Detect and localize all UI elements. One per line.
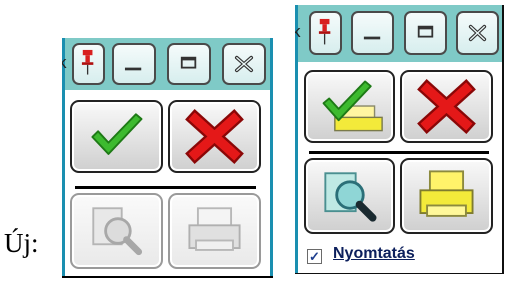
checkmark-icon: [91, 113, 143, 155]
print-checkbox[interactable]: ✓: [307, 249, 322, 264]
maximize-icon: [180, 56, 197, 69]
maximize-icon: [417, 25, 434, 38]
accept-print-button[interactable]: [304, 70, 395, 143]
tab-fragment[interactable]: k: [295, 22, 301, 42]
pin-icon: [318, 18, 331, 45]
print-button[interactable]: [400, 158, 493, 234]
separator: [309, 151, 489, 154]
pin-button[interactable]: [309, 11, 342, 55]
panel-old-version: k: [295, 5, 504, 274]
print-option-label[interactable]: Nyomtatás: [333, 245, 415, 263]
print-preview-button[interactable]: [304, 158, 395, 234]
printer-icon: [188, 207, 241, 251]
panel-new-version: k: [62, 38, 273, 278]
print-preview-icon: [324, 172, 377, 222]
printer-icon: [419, 170, 474, 217]
minimize-icon: [363, 36, 381, 40]
tab-fragment[interactable]: k: [62, 53, 67, 73]
separator: [75, 186, 256, 189]
close-icon: [234, 55, 254, 73]
check-print-icon: [322, 80, 383, 132]
close-button[interactable]: [222, 43, 266, 85]
maximize-button[interactable]: [404, 11, 447, 55]
minimize-button[interactable]: [351, 11, 394, 55]
pin-icon: [81, 49, 94, 75]
minimize-icon: [124, 67, 142, 71]
caption-new: Új:: [4, 228, 39, 258]
cancel-button[interactable]: [400, 70, 493, 143]
maximize-button[interactable]: [167, 43, 211, 85]
red-x-icon: [417, 79, 476, 134]
accept-button[interactable]: [70, 100, 163, 173]
minimize-button[interactable]: [112, 43, 156, 85]
pin-button[interactable]: [72, 43, 105, 85]
print-preview-icon: [92, 207, 143, 256]
red-x-icon: [185, 109, 244, 164]
print-preview-button[interactable]: [70, 193, 163, 269]
close-button[interactable]: [456, 11, 499, 55]
print-button[interactable]: [168, 193, 261, 269]
close-icon: [468, 24, 487, 42]
cancel-button[interactable]: [168, 100, 261, 173]
